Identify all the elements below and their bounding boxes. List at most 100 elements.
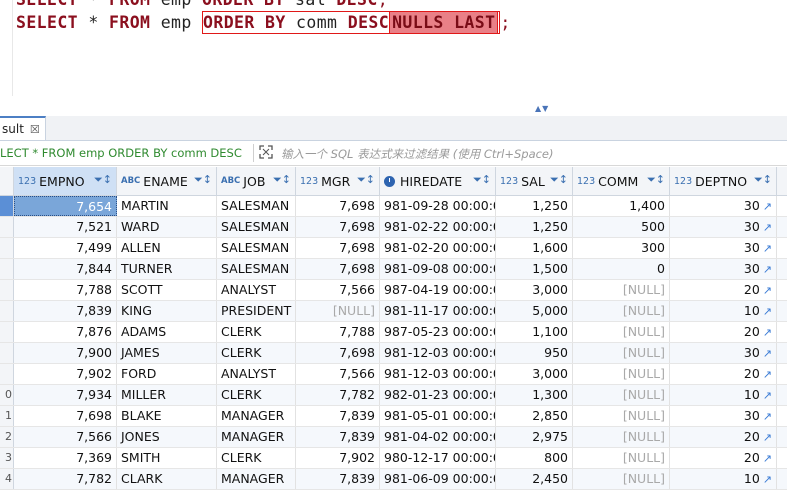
cell-sal[interactable]: 3,000 [496,364,573,384]
cell-sal[interactable]: 1,250 [496,217,573,237]
foreign-key-link-icon[interactable]: ↗ [763,200,772,213]
cell-hiredate[interactable]: 981-04-02 00:00:00 [380,427,496,447]
filter-expression-input[interactable]: 输入一个 SQL 表达式来过滤结果 (使用 Ctrl+Space) [281,146,554,162]
cell-job[interactable]: MANAGER [217,427,296,447]
cell-ename[interactable]: WARD [117,217,217,237]
cell-comm[interactable]: [NULL] [573,448,670,468]
table-row[interactable]: 0 7,934 MILLER CLERK 7,782 982-01-23 00:00:00… [0,385,787,406]
cell-comm[interactable]: [NULL] [573,406,670,426]
cell-mgr[interactable]: [NULL] [296,301,380,321]
cell-job[interactable]: SALESMAN [217,259,296,279]
row-indicator[interactable] [0,364,14,384]
cell-comm[interactable]: [NULL] [573,322,670,342]
table-row[interactable]: 7,499 ALLEN SALESMAN 7,698 981-02-20 00:00:0… [0,238,787,259]
row-indicator[interactable] [0,301,14,321]
cell-ename[interactable]: BLAKE [117,406,217,426]
cell-mgr[interactable]: 7,698 [296,196,380,216]
foreign-key-link-icon[interactable]: ↗ [763,305,772,318]
cell-hiredate[interactable]: 981-12-03 00:00:00 [380,343,496,363]
cell-mgr[interactable]: 7,788 [296,322,380,342]
cell-job[interactable]: MANAGER [217,469,296,489]
cell-comm[interactable]: 0 [573,259,670,279]
cell-sal[interactable]: 1,500 [496,259,573,279]
filter-sort-icon[interactable]: ⏷↕ [357,173,375,187]
maximize-restore-icon[interactable]: ▲▼ [535,105,549,113]
foreign-key-link-icon[interactable]: ↗ [763,347,772,360]
column-header-comm[interactable]: 123 COMM ⏷↕ [573,167,670,195]
cell-comm[interactable]: [NULL] [573,427,670,447]
foreign-key-link-icon[interactable]: ↗ [763,452,772,465]
row-indicator[interactable]: 4 [0,469,14,489]
cell-empno[interactable]: 7,369 [14,448,117,468]
cell-job[interactable]: CLERK [217,343,296,363]
column-header-mgr[interactable]: 123 MGR ⏷↕ [296,167,380,195]
cell-sal[interactable]: 950 [496,343,573,363]
close-icon[interactable]: ☒ [30,123,40,136]
cell-sal[interactable]: 2,850 [496,406,573,426]
cell-comm[interactable]: [NULL] [573,343,670,363]
cell-mgr[interactable]: 7,839 [296,406,380,426]
cell-empno[interactable]: 7,521 [14,217,117,237]
cell-job[interactable]: PRESIDENT [217,301,296,321]
cell-comm[interactable]: [NULL] [573,280,670,300]
cell-empno[interactable]: 7,934 [14,385,117,405]
cell-sal[interactable]: 2,975 [496,427,573,447]
cell-deptno[interactable]: 20 ↗ [670,322,777,342]
filter-sort-icon[interactable]: ⏷↕ [473,173,491,187]
cell-hiredate[interactable]: 982-01-23 00:00:00 [380,385,496,405]
cell-empno[interactable]: 7,782 [14,469,117,489]
row-indicator[interactable] [0,259,14,279]
cell-comm[interactable]: [NULL] [573,385,670,405]
row-indicator[interactable]: 0 [0,385,14,405]
panel-sash[interactable] [0,104,787,116]
column-header-ename[interactable]: ABC ENAME ⏷↕ [117,167,217,195]
cell-ename[interactable]: KING [117,301,217,321]
row-indicator[interactable] [0,343,14,363]
cell-mgr[interactable]: 7,698 [296,217,380,237]
cell-deptno[interactable]: 20 ↗ [670,280,777,300]
cell-job[interactable]: CLERK [217,322,296,342]
foreign-key-link-icon[interactable]: ↗ [763,389,772,402]
filter-sort-icon[interactable]: ⏷↕ [273,173,291,187]
cell-empno[interactable]: 7,876 [14,322,117,342]
cell-comm[interactable]: [NULL] [573,301,670,321]
row-indicator[interactable] [0,322,14,342]
cell-hiredate[interactable]: 981-05-01 00:00:00 [380,406,496,426]
cell-mgr[interactable]: 7,698 [296,259,380,279]
table-row[interactable]: 3 7,369 SMITH CLERK 7,902 980-12-17 00:00:00 8… [0,448,787,469]
cell-hiredate[interactable]: 987-04-19 00:00:00 [380,280,496,300]
cell-empno[interactable]: 7,844 [14,259,117,279]
expand-filter-icon[interactable] [258,144,274,160]
cell-empno[interactable]: 7,839 [14,301,117,321]
cell-mgr[interactable]: 7,839 [296,427,380,447]
cell-hiredate[interactable]: 981-09-28 00:00:00 [380,196,496,216]
table-row[interactable]: 7,521 WARD SALESMAN 7,698 981-02-22 00:00:00… [0,217,787,238]
sql-editor[interactable]: SELECT * FROM emp ORDER BY sal DESC; SEL… [0,0,787,96]
foreign-key-link-icon[interactable]: ↗ [763,431,772,444]
cell-sal[interactable]: 800 [496,448,573,468]
cell-deptno[interactable]: 20 ↗ [670,448,777,468]
cell-mgr[interactable]: 7,839 [296,469,380,489]
sql-line-1[interactable]: SELECT * FROM emp ORDER BY sal DESC; [16,0,388,9]
table-row[interactable]: 4 7,782 CLARK MANAGER 7,839 981-06-09 00:00:0… [0,469,787,490]
foreign-key-link-icon[interactable]: ↗ [763,326,772,339]
cell-hiredate[interactable]: 980-12-17 00:00:00 [380,448,496,468]
column-header-empno[interactable]: 123 EMPNO ⏷↕ [14,167,117,195]
cell-deptno[interactable]: 20 ↗ [670,364,777,384]
foreign-key-link-icon[interactable]: ↗ [763,242,772,255]
cell-job[interactable]: MANAGER [217,406,296,426]
cell-hiredate[interactable]: 981-09-08 00:00:00 [380,259,496,279]
cell-hiredate[interactable]: 981-12-03 00:00:00 [380,364,496,384]
cell-job[interactable]: SALESMAN [217,196,296,216]
cell-deptno[interactable]: 30 ↗ [670,259,777,279]
cell-ename[interactable]: ADAMS [117,322,217,342]
cell-deptno[interactable]: 30 ↗ [670,406,777,426]
row-indicator[interactable]: 1 [0,406,14,426]
cell-comm[interactable]: 500 [573,217,670,237]
cell-sal[interactable]: 5,000 [496,301,573,321]
table-row[interactable]: 7,876 ADAMS CLERK 7,788 987-05-23 00:00:00 1,… [0,322,787,343]
row-indicator[interactable] [0,217,14,237]
cell-deptno[interactable]: 10 ↗ [670,469,777,489]
cell-ename[interactable]: FORD [117,364,217,384]
sql-line-2[interactable]: SELECT * FROM emp ORDER BY comm DESC NULL… [16,11,511,34]
